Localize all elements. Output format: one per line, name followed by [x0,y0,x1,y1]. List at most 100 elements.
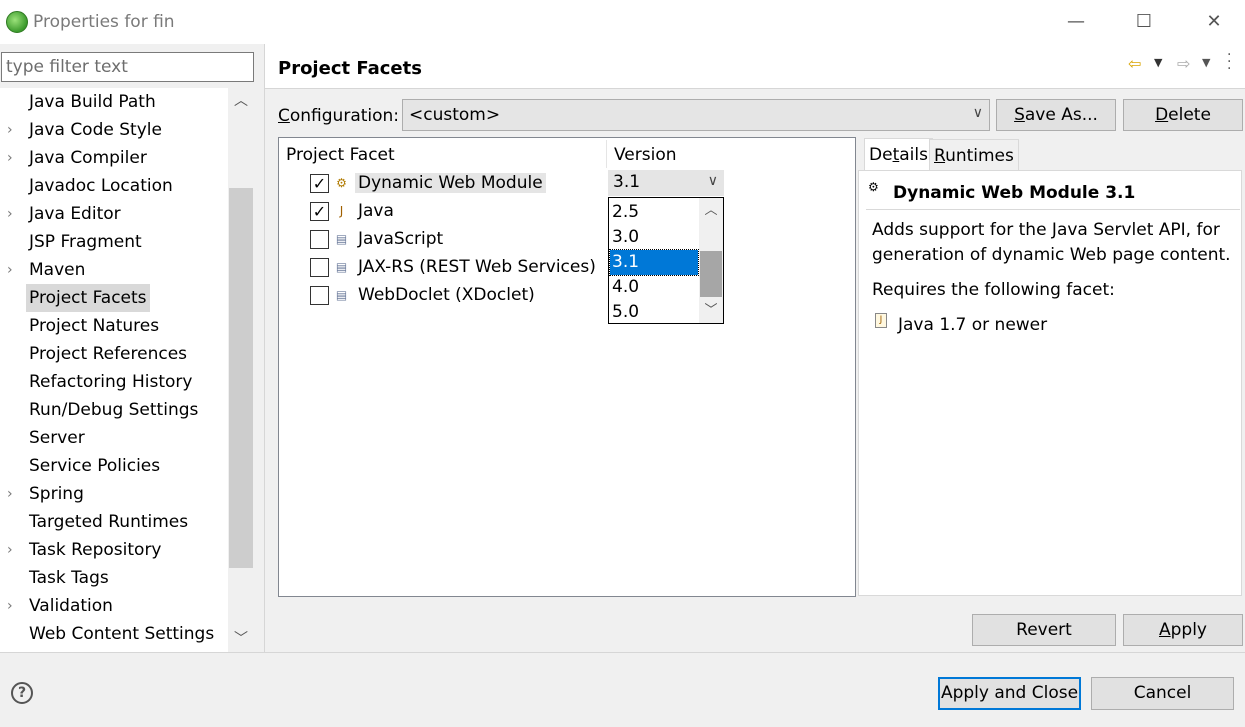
tree-item[interactable]: Refactoring History [0,368,228,396]
forward-arrow-icon[interactable]: ⇨ [1177,54,1190,73]
version-option[interactable]: 2.5 [610,200,698,225]
facet-checkbox[interactable] [310,286,329,305]
tree-item[interactable]: Project References [0,340,228,368]
facet-row[interactable]: ▤ JavaScript [310,227,600,253]
facet-row[interactable]: ✓ ⚙ Dynamic Web Module [310,171,600,197]
web-module-icon: ⚙ [336,176,347,190]
facet-checkbox[interactable]: ✓ [310,174,329,193]
version-option[interactable]: 5.0 [610,300,698,325]
back-arrow-icon[interactable]: ⇦ [1128,54,1141,73]
configuration-combo[interactable]: <custom> ∨ [402,99,990,131]
version-dropdown-list[interactable]: 2.5 3.0 3.1 4.0 5.0 ︿ ﹀ [608,197,724,324]
close-button[interactable]: ✕ [1191,8,1237,36]
minimize-button[interactable]: — [1053,8,1099,36]
tree-item[interactable]: › Maven [0,256,228,284]
tree-item[interactable]: › Task Repository [0,536,228,564]
help-icon[interactable]: ? [11,682,33,704]
configuration-value: <custom> [409,105,501,125]
tree-item[interactable]: Javadoc Location [0,172,228,200]
chevron-right-icon[interactable]: › [7,256,21,284]
tree-item-label: Java Editor [29,204,121,224]
apply-button[interactable]: Apply [1123,614,1243,646]
column-separator[interactable] [606,140,607,168]
column-header-facet[interactable]: Project Facet [286,145,395,165]
tree-item-label: Task Repository [29,540,162,560]
chevron-right-icon[interactable]: › [7,144,21,172]
tree-item[interactable]: Targeted Runtimes [0,508,228,536]
tree-item[interactable]: JSP Fragment [0,228,228,256]
facet-row[interactable]: ▤ JAX-RS (REST Web Services) [310,255,600,281]
tree-item[interactable]: › Spring [0,480,228,508]
tree-item-label: Validation [29,596,113,616]
maximize-button[interactable]: ☐ [1121,8,1167,36]
document-icon: ▤ [335,288,348,302]
scroll-thumb[interactable] [700,251,722,297]
tree-item[interactable]: Run/Debug Settings [0,396,228,424]
scroll-up-icon[interactable]: ︿ [699,200,723,222]
facet-name: Java [358,201,394,221]
tree-item-label: Javadoc Location [29,176,173,196]
tree-item[interactable]: › Java Editor [0,200,228,228]
tree-item-label: Project References [29,344,188,364]
tree-item-label: Refactoring History [29,372,193,392]
tree-item[interactable]: › Java Compiler [0,144,228,172]
tree-item[interactable]: Web Content Settings [0,620,228,648]
chevron-right-icon[interactable]: › [7,116,21,144]
tree-item[interactable]: Task Tags [0,564,228,592]
tree-item[interactable]: Server [0,424,228,452]
delete-button[interactable]: Delete [1123,99,1243,131]
apply-mnemonic: A [1158,620,1171,640]
tree-item[interactable]: Project Natures [0,312,228,340]
tree-item[interactable]: › Validation [0,592,228,620]
filter-input[interactable] [1,52,254,82]
tree-item[interactable]: Java Build Path [0,88,228,116]
facet-checkbox[interactable]: ✓ [310,202,329,221]
scroll-up-icon[interactable]: ︿ [228,88,254,114]
scroll-down-icon[interactable]: ﹀ [699,300,723,322]
tree-item-label: JSP Fragment [29,232,142,252]
view-menu-icon[interactable]: · · · [1227,48,1231,76]
tab-runtimes[interactable]: Runtimes [929,139,1019,170]
tree-item-label: Service Policies [29,456,161,476]
forward-menu-icon[interactable]: ▼ [1202,56,1210,69]
window-title: Properties for fin [33,12,175,32]
facet-name: WebDoclet (XDoclet) [358,285,535,305]
tree-item[interactable]: › Java Code Style [0,116,228,144]
tab-details[interactable]: Details [864,138,933,171]
tree-item-label: Web Content Settings [29,624,215,644]
save-as-button[interactable]: Save As... [996,99,1116,131]
scroll-down-icon[interactable]: ﹀ [228,626,254,652]
back-menu-icon[interactable]: ▼ [1154,56,1162,69]
version-list-scrollbar[interactable]: ︿ ﹀ [699,198,723,323]
tree-item-label: Project Natures [29,316,160,336]
scroll-thumb[interactable] [229,188,253,568]
apply-label: pply [1170,620,1207,640]
apply-and-close-button[interactable]: Apply and Close [938,677,1081,710]
chevron-right-icon[interactable]: › [7,536,21,564]
chevron-down-icon: ∨ [972,105,983,121]
tree-item[interactable]: Service Policies [0,452,228,480]
facet-checkbox[interactable] [310,230,329,249]
chevron-right-icon[interactable]: › [7,200,21,228]
tree-scrollbar[interactable]: ︿ ﹀ [228,88,254,652]
column-header-version[interactable]: Version [614,145,677,165]
tab-runtimes-label: untimes [945,146,1014,166]
version-option[interactable]: 3.0 [610,225,698,250]
version-option[interactable]: 4.0 [610,275,698,300]
version-combo[interactable]: 3.1 ∨ [608,170,724,196]
cancel-button[interactable]: Cancel [1091,677,1234,710]
facet-row[interactable]: ✓ J Java [310,199,600,225]
java-icon: J [875,313,887,328]
revert-button[interactable]: Revert [972,614,1116,646]
facet-row[interactable]: ▤ WebDoclet (XDoclet) [310,283,600,309]
tree-item[interactable]: Project Facets [0,284,228,312]
chevron-right-icon[interactable]: › [7,592,21,620]
document-icon: ▤ [335,260,348,274]
version-option[interactable]: 3.1 [609,249,699,276]
facet-checkbox[interactable] [310,258,329,277]
tree-item-label: Spring [29,484,84,504]
tree-item-label: Project Facets [26,284,150,312]
header-separator [265,88,1245,89]
pane-divider[interactable] [264,44,265,652]
chevron-right-icon[interactable]: › [7,480,21,508]
